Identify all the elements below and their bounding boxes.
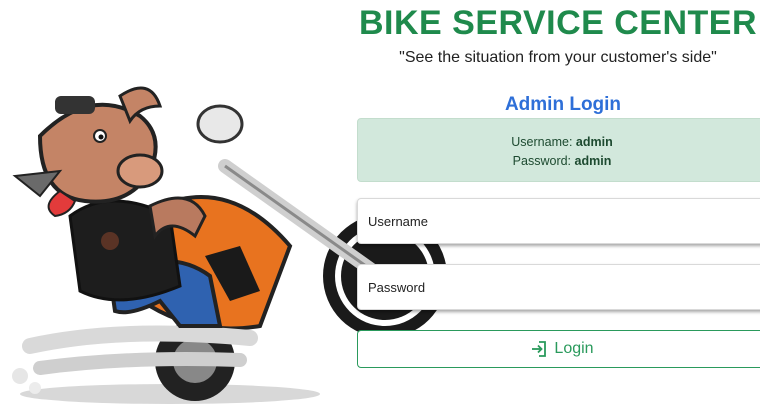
tagline: "See the situation from your customer's … — [399, 49, 717, 66]
credentials-alert: Username: admin Password: admin — [357, 118, 760, 182]
page-title: BIKE SERVICE CENTER — [358, 4, 758, 42]
login-page: BIKE SERVICE CENTER "See the situation f… — [0, 0, 760, 406]
credentials-password-value: admin — [574, 154, 612, 168]
credentials-username-value: admin — [575, 135, 613, 149]
credentials-password-line: Password: admin — [358, 152, 760, 171]
login-heading: Admin Login — [504, 94, 622, 115]
login-button[interactable]: Login — [357, 330, 760, 368]
login-icon — [532, 341, 547, 357]
credentials-username-line: Username: admin — [358, 133, 760, 152]
login-button-label: Login — [554, 340, 594, 357]
username-placeholder: Username — [368, 213, 428, 229]
password-placeholder: Password — [368, 279, 426, 295]
credentials-username-label: Username: — [511, 135, 573, 149]
username-input[interactable]: Username — [357, 198, 760, 244]
credentials-password-label: Password: — [512, 154, 572, 168]
password-input[interactable]: Password — [357, 264, 760, 310]
